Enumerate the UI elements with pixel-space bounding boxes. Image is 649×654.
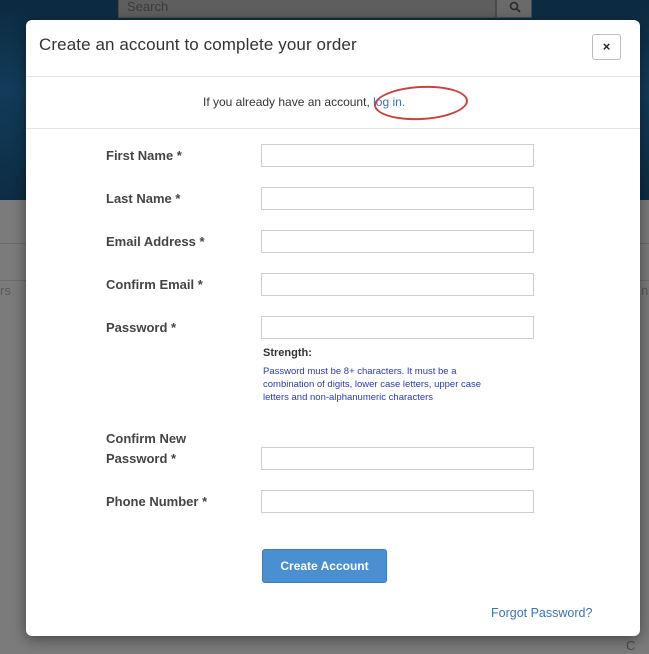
background-search-input: Search: [118, 0, 496, 18]
search-icon: [509, 1, 521, 13]
close-button[interactable]: ×: [592, 34, 621, 60]
create-account-button[interactable]: Create Account: [262, 549, 387, 583]
login-prompt-text: If you already have an account,: [203, 95, 370, 109]
first-name-label: First Name *: [106, 148, 182, 163]
background-text-fragment: n: [641, 283, 649, 298]
phone-number-label: Phone Number *: [106, 494, 208, 509]
password-strength-label: Strength:: [263, 347, 312, 359]
password-help-text: Password must be 8+ characters. It must …: [263, 366, 482, 403]
background-text-fragment: C: [626, 638, 636, 653]
email-label: Email Address *: [106, 234, 205, 249]
login-prompt-row: If you already have an account, log in.: [26, 77, 640, 129]
create-account-modal: Create an account to complete your order…: [26, 20, 640, 636]
phone-number-input[interactable]: [261, 490, 534, 513]
last-name-label: Last Name *: [106, 191, 181, 206]
last-name-input[interactable]: [261, 187, 534, 210]
modal-header: Create an account to complete your order…: [26, 20, 640, 77]
confirm-password-label: Confirm New: [106, 431, 187, 446]
confirm-password-input[interactable]: [261, 447, 534, 470]
forgot-password-link[interactable]: Forgot Password?: [491, 606, 592, 620]
email-input[interactable]: [261, 230, 534, 253]
confirm-email-input[interactable]: [261, 273, 534, 296]
password-label: Password *: [106, 320, 177, 335]
close-icon: ×: [602, 39, 611, 54]
background-text-fragment: rs: [0, 283, 11, 298]
first-name-input[interactable]: [261, 144, 534, 167]
background-search-button: [496, 0, 532, 18]
modal-title: Create an account to complete your order: [39, 35, 357, 54]
confirm-password-label-line2: Password *: [106, 451, 177, 466]
password-input[interactable]: [261, 316, 534, 339]
confirm-email-label: Confirm Email *: [106, 277, 203, 292]
